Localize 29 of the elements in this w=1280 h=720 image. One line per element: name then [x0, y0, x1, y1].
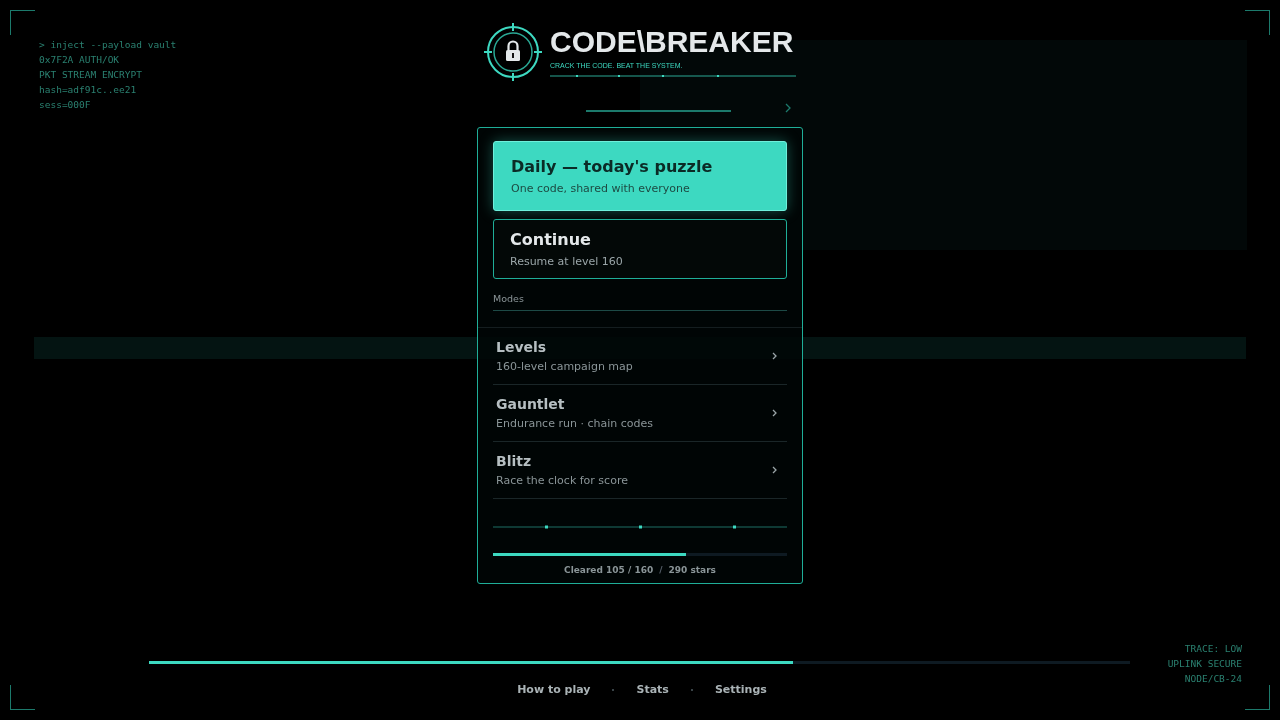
corner-bracket [10, 10, 35, 35]
footer-link[interactable]: How to play [517, 683, 591, 696]
footer-link[interactable]: Stats [636, 683, 669, 696]
footer-link[interactable]: Settings [714, 683, 767, 696]
chevron-right-icon [772, 352, 777, 360]
terminal-line: sess=000F [39, 98, 92, 112]
terminal-line: hash=adf91c..ee21 [39, 83, 138, 97]
terminal-line: 0x7F2A AUTH/OK [39, 53, 121, 67]
corner-bracket [1245, 685, 1270, 710]
status-line: UPLINK SECURE [1167, 657, 1242, 671]
continue-button[interactable]: Continue Resume at level 160 [493, 219, 787, 279]
separator: / [659, 565, 663, 575]
terminal-line: PKT STREAM ENCRYPT [39, 68, 143, 82]
section-heading: Modes [493, 293, 787, 311]
mode-row[interactable]: Blitz Race the clock for score [493, 442, 787, 498]
corner-bracket [1245, 10, 1270, 35]
mode-row[interactable]: Levels 160-level campaign map [493, 328, 787, 384]
padlock-target-icon [484, 23, 542, 81]
chevron-right-icon [772, 409, 777, 417]
status-line: TRACE: LOW [1184, 642, 1242, 656]
status-line: NODE/CB-24 [1184, 672, 1242, 686]
daily-puzzle-button[interactable]: Daily — today's puzzle One code, shared with everyone [493, 141, 787, 211]
terminal-line: > inject --payload vault [39, 38, 177, 52]
logo-title: CODE\BREAKER [550, 26, 795, 58]
cleared-count: Cleared 105 / 160 [564, 565, 654, 575]
mode-row[interactable]: Gauntlet Endurance run · chain codes [493, 385, 787, 441]
chevron-right-icon [772, 466, 777, 474]
stars-count: 290 stars [668, 565, 716, 575]
corner-bracket [10, 685, 35, 710]
